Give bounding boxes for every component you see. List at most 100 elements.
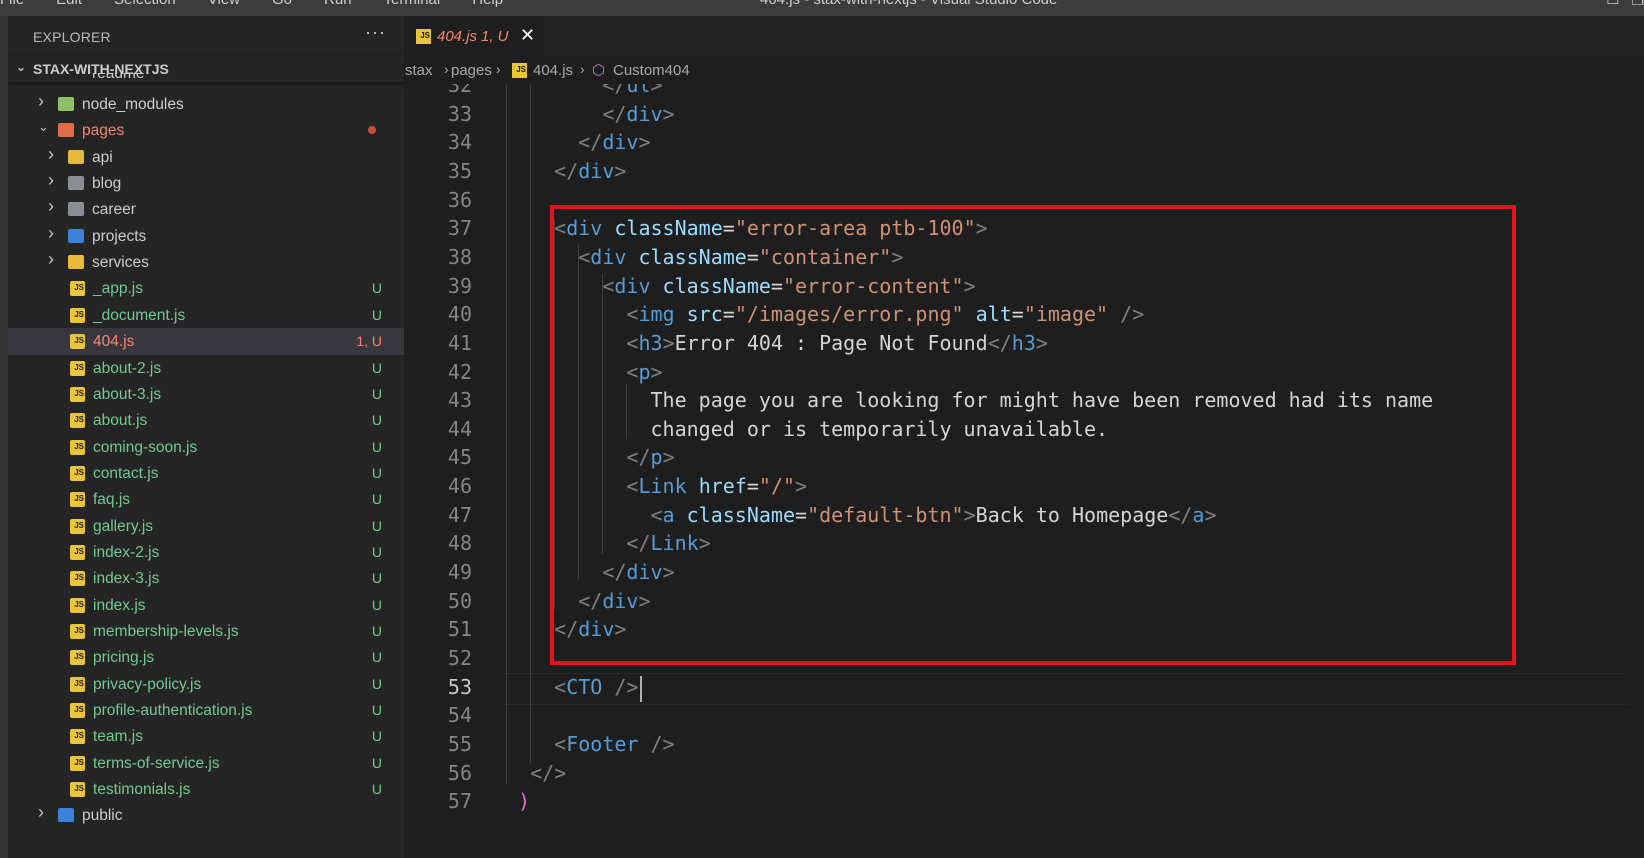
line-number: 37 (447, 216, 472, 241)
code-line[interactable]: </div> (506, 159, 626, 183)
tree-item-pages[interactable]: ⌄ pages (8, 117, 404, 144)
tree-item--document-js[interactable]: JS _document.js U (8, 302, 404, 329)
tree-item-profile-authentication-js[interactable]: JS profile-authentication.js U (8, 697, 404, 724)
menu-file[interactable]: File (0, 0, 24, 8)
breadcrumb-symbol[interactable]: Custom404 (613, 62, 690, 79)
code-line[interactable]: </p> (506, 445, 674, 469)
tree-item-index-2-js[interactable]: JS index-2.js U (8, 539, 404, 566)
js-file-icon: JS (70, 571, 85, 587)
tree-item-api[interactable]: › api (8, 144, 404, 171)
tree-item-index-3-js[interactable]: JS index-3.js U (8, 565, 404, 592)
code-line[interactable]: </div> (506, 560, 674, 584)
tree-item-label: 404.js (93, 333, 135, 351)
folder-icon (58, 808, 74, 823)
code-line[interactable]: <div className="error-content"> (506, 274, 975, 298)
tree-item-about-js[interactable]: JS about.js U (8, 407, 404, 434)
tree-item-404-js[interactable]: JS 404.js 1, U (8, 328, 404, 356)
line-number: 41 (447, 330, 472, 355)
menu-view[interactable]: View (208, 0, 240, 8)
code-line[interactable]: </> (506, 761, 566, 785)
tree-item-about-2-js[interactable]: JS about-2.js U (8, 355, 404, 382)
line-number: 54 (447, 703, 472, 728)
close-icon[interactable]: ✕ (520, 25, 535, 46)
tree-item-partial[interactable]: readme (8, 73, 404, 87)
tree-item-node-modules[interactable]: › node_modules (8, 91, 404, 118)
code-line[interactable]: <Link href="/"> (506, 474, 807, 498)
code-line[interactable]: </Link> (506, 531, 710, 555)
line-number: 57 (447, 789, 472, 814)
js-file-icon: JS (70, 465, 85, 481)
code-line[interactable]: <h3>Error 404 : Page Not Found</h3> (506, 331, 1048, 355)
layout-icon[interactable]: ▭ (1606, 0, 1619, 9)
menu-go[interactable]: Go (272, 0, 292, 8)
line-number: 43 (447, 388, 472, 413)
code-line[interactable]: <div className="container"> (506, 245, 903, 269)
git-status-badge: U (371, 702, 382, 719)
tree-item-testimonials-js[interactable]: JS testimonials.js U (8, 776, 404, 803)
breadcrumb-stax[interactable]: stax (405, 62, 433, 79)
tab-label: 404.js (437, 28, 478, 45)
code-line[interactable]: <CTO /> (506, 675, 638, 699)
tree-item-faq-js[interactable]: JS faq.js U (8, 486, 404, 513)
tree-item-services[interactable]: › services (8, 249, 404, 276)
js-file-icon: JS (70, 413, 85, 429)
code-line[interactable]: ) (506, 789, 530, 813)
line-number: 32 (447, 84, 472, 97)
window-controls[interactable]: ▭ ❐ (1594, 0, 1644, 9)
menu-selection[interactable]: Selection (114, 0, 176, 8)
tree-item-label: contact.js (93, 464, 159, 482)
tab-404-js[interactable]: JS 404.js 1, U ✕ (404, 16, 544, 56)
tree-item-coming-soon-js[interactable]: JS coming-soon.js U (8, 434, 404, 461)
restore-icon[interactable]: ❐ (1631, 0, 1644, 9)
code-line[interactable]: <p> (506, 360, 662, 384)
git-status-badge: U (371, 464, 382, 481)
code-line[interactable]: The page you are looking for might have … (506, 388, 1433, 412)
code-line[interactable]: </ul> (506, 84, 662, 97)
tree-item-contact-js[interactable]: JS contact.js U (8, 460, 404, 487)
code-line[interactable]: </div> (506, 589, 650, 613)
line-number: 56 (447, 760, 472, 785)
code-line[interactable]: changed or is temporarily unavailable. (506, 417, 1108, 441)
editor-scrollbar[interactable] (1630, 84, 1644, 858)
js-file-icon: JS (70, 492, 85, 508)
tree-item-label: career (92, 201, 136, 219)
explorer-title: EXPLORER (33, 29, 111, 45)
tree-item-team-js[interactable]: JS team.js U (8, 723, 404, 750)
menu-help[interactable]: Help (472, 0, 503, 8)
tree-item-gallery-js[interactable]: JS gallery.js U (8, 513, 404, 540)
js-file-icon: JS (70, 360, 85, 376)
code-line[interactable]: </div> (506, 130, 650, 154)
menu-edit[interactable]: Edit (56, 0, 82, 8)
js-file-icon: JS (70, 518, 85, 534)
code-line[interactable]: <Footer /> (506, 732, 674, 756)
tree-item-index-js[interactable]: JS index.js U (8, 592, 404, 619)
breadcrumb-pages[interactable]: pages (451, 62, 492, 79)
tree-item-membership-levels-js[interactable]: JS membership-levels.js U (8, 618, 404, 645)
code-line[interactable]: </div> (506, 102, 674, 126)
js-file-icon: JS (70, 650, 85, 666)
code-editor[interactable]: 32 </ul> 33 </div> 34 </div> 35 </div> 36 37 … (404, 84, 1644, 858)
tree-item-blog[interactable]: › blog (8, 170, 404, 197)
tree-item-public[interactable]: › public (8, 802, 404, 829)
tree-item-about-3-js[interactable]: JS about-3.js U (8, 381, 404, 408)
tree-item-label: terms-of-service.js (93, 754, 220, 772)
code-line[interactable]: <a className="default-btn">Back to Homep… (506, 503, 1217, 527)
tree-item-pricing-js[interactable]: JS pricing.js U (8, 644, 404, 671)
git-status-badge: U (371, 412, 382, 429)
code-line[interactable]: </div> (506, 617, 626, 641)
more-actions-icon[interactable]: ··· (365, 22, 386, 43)
line-number: 38 (447, 244, 472, 269)
tree-item--app-js[interactable]: JS _app.js U (8, 275, 404, 302)
code-line[interactable]: <img src="/images/error.png" alt="image"… (506, 302, 1144, 326)
tree-item-label: about-3.js (93, 385, 162, 403)
menu-terminal[interactable]: Terminal (384, 0, 441, 8)
breadcrumb-file[interactable]: 404.js (533, 62, 573, 79)
tree-item-privacy-policy-js[interactable]: JS privacy-policy.js U (8, 671, 404, 698)
tree-item-career[interactable]: › career (8, 196, 404, 223)
tree-item-label: blog (92, 175, 122, 193)
tree-item-terms-of-service-js[interactable]: JS terms-of-service.js U (8, 750, 404, 777)
js-file-icon: JS (70, 729, 85, 745)
code-line[interactable]: <div className="error-area ptb-100"> (506, 216, 988, 240)
menu-run[interactable]: Run (324, 0, 352, 8)
tree-item-projects[interactable]: › projects (8, 223, 404, 250)
